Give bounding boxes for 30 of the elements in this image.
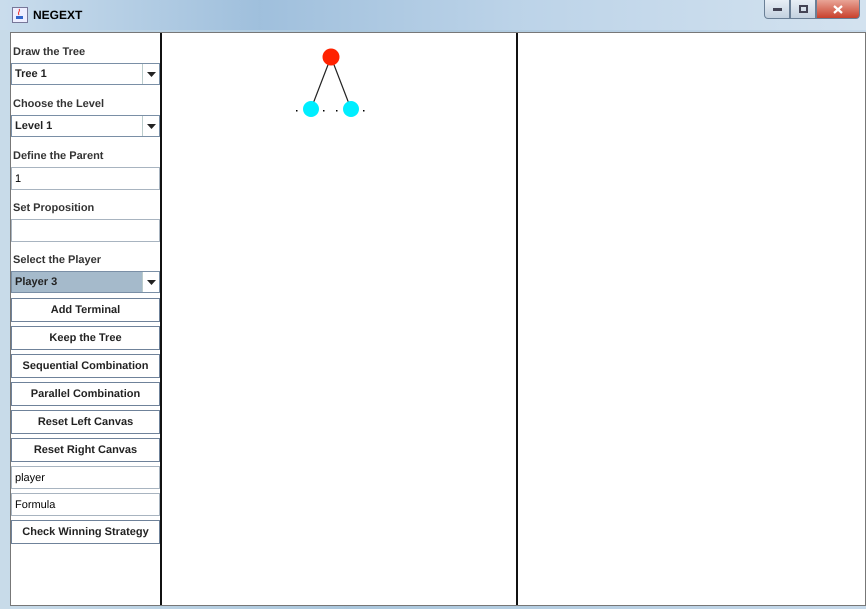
caret-down-icon bbox=[146, 124, 156, 128]
field-label: Select the Player bbox=[12, 253, 102, 268]
input-field[interactable]: player bbox=[11, 466, 160, 489]
action-button[interactable]: Sequential Combination bbox=[11, 354, 160, 378]
minimize-icon bbox=[772, 8, 782, 10]
action-button[interactable]: Check Winning Strategy bbox=[11, 520, 160, 544]
dropdown[interactable]: Player 3 bbox=[11, 271, 160, 293]
action-button[interactable]: Reset Left Canvas bbox=[11, 410, 160, 434]
caret-down-icon bbox=[146, 280, 156, 284]
caret-down-icon bbox=[146, 72, 156, 76]
action-button[interactable]: Add Terminal bbox=[11, 298, 160, 322]
tree-drawing bbox=[295, 48, 366, 118]
maximize-button[interactable] bbox=[790, 0, 816, 19]
window-title: NEGEXT bbox=[33, 8, 82, 22]
close-icon bbox=[833, 4, 843, 14]
maximize-icon bbox=[798, 5, 808, 13]
input-field[interactable] bbox=[11, 219, 160, 242]
field-label: Set Proposition bbox=[12, 201, 96, 216]
close-button[interactable] bbox=[816, 0, 860, 19]
field-label: Draw the Tree bbox=[12, 45, 86, 60]
input-field[interactable]: Formula bbox=[11, 493, 160, 516]
dropdown[interactable]: Tree 1 bbox=[11, 63, 160, 85]
dropdown[interactable]: Level 1 bbox=[11, 115, 160, 137]
action-button[interactable]: Parallel Combination bbox=[11, 382, 160, 406]
minimize-button[interactable] bbox=[764, 0, 790, 19]
action-button[interactable]: Keep the Tree bbox=[11, 326, 160, 350]
input-field[interactable]: 1 bbox=[11, 167, 160, 190]
field-label: Choose the Level bbox=[12, 97, 106, 112]
action-button[interactable]: Reset Right Canvas bbox=[11, 438, 160, 462]
field-label: Define the Parent bbox=[12, 149, 104, 164]
